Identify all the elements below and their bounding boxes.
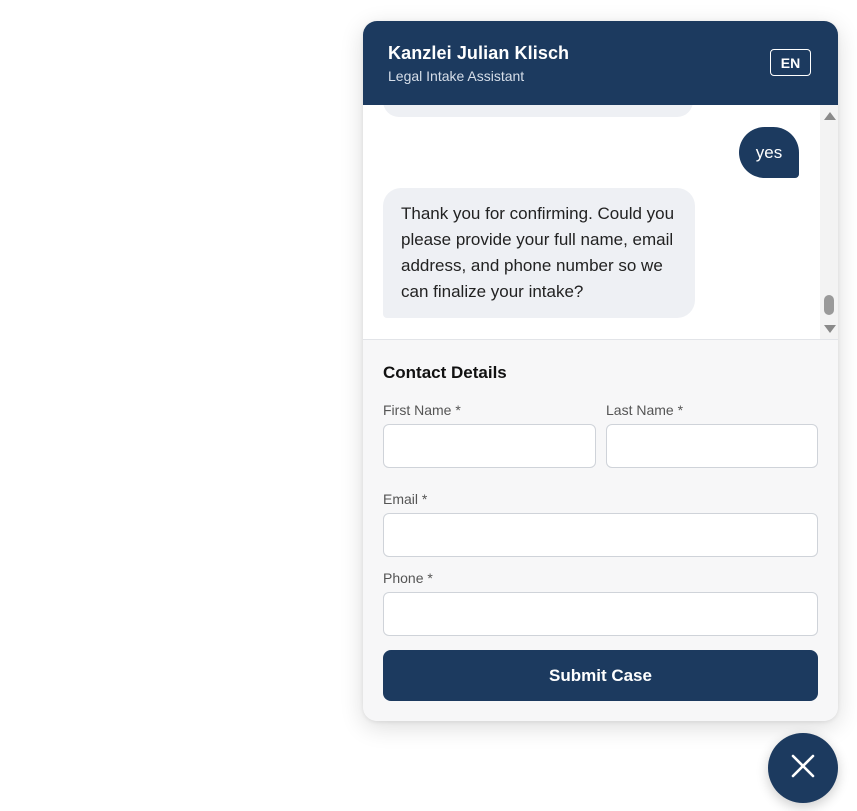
chat-widget: Kanzlei Julian Klisch Legal Intake Assis… — [363, 21, 838, 721]
first-name-input[interactable] — [383, 424, 596, 468]
chevron-up-icon[interactable] — [824, 112, 836, 120]
contact-form-title: Contact Details — [383, 363, 507, 382]
email-input[interactable] — [383, 513, 818, 557]
assistant-subtitle: Legal Intake Assistant — [388, 68, 525, 84]
user-message-bubble: yes — [739, 127, 799, 178]
contact-form: Contact Details First Name * Last Name *… — [363, 340, 838, 721]
scrollbar-thumb[interactable] — [824, 295, 834, 315]
phone-input[interactable] — [383, 592, 818, 636]
message-list[interactable]: yes Thank you for confirming. Could you … — [363, 105, 838, 339]
phone-label: Phone * — [383, 570, 433, 586]
close-icon — [790, 753, 816, 784]
chevron-down-icon[interactable] — [824, 325, 836, 333]
email-label: Email * — [383, 491, 428, 507]
message-scrollbar[interactable] — [820, 105, 838, 339]
last-name-label: Last Name * — [606, 402, 684, 418]
first-name-label: First Name * — [383, 402, 461, 418]
chat-header: Kanzlei Julian Klisch Legal Intake Assis… — [363, 21, 838, 105]
close-chat-button[interactable] — [768, 733, 838, 803]
previous-message-bubble — [383, 105, 693, 117]
assistant-message-bubble: Thank you for confirming. Could you plea… — [383, 188, 695, 318]
language-toggle-button[interactable]: EN — [770, 49, 811, 76]
last-name-input[interactable] — [606, 424, 818, 468]
submit-case-button[interactable]: Submit Case — [383, 650, 818, 701]
firm-name: Kanzlei Julian Klisch — [388, 43, 570, 63]
